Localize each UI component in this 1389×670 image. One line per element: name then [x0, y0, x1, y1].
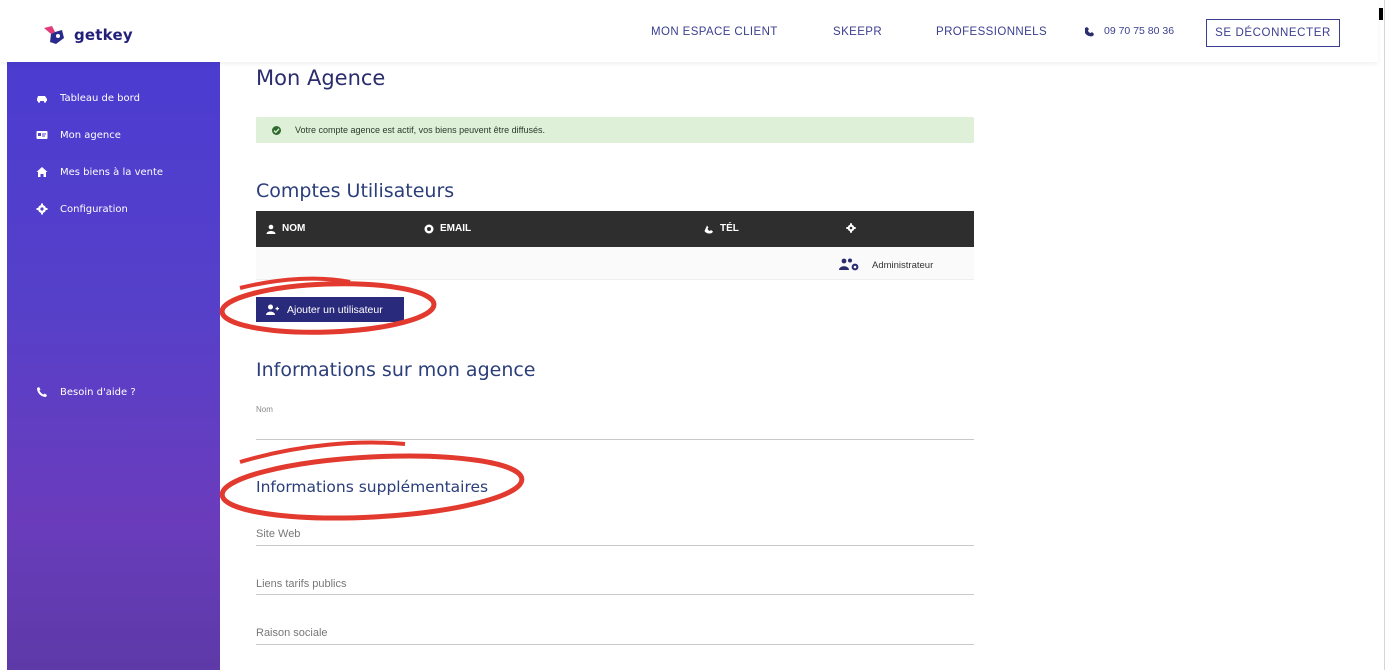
logout-button[interactable]: SE DÉCONNECTER: [1206, 19, 1340, 47]
top-navbar: getkey MON ESPACE CLIENT SKEEPR PROFESSI…: [0, 0, 1378, 62]
annotation-stroke-add-user: [239, 276, 351, 290]
sidebar-item-label: Configuration: [60, 203, 128, 215]
column-header-nom[interactable]: NOM: [266, 223, 305, 234]
sidebar-item-label: Mon agence: [60, 129, 121, 141]
raison-sociale-field[interactable]: [256, 644, 974, 645]
logo-text: getkey: [74, 26, 133, 44]
sidebar-item-tableau-de-bord[interactable]: Tableau de bord: [36, 92, 140, 104]
window-edge: [1384, 0, 1385, 670]
user-role: Administrateur: [838, 258, 933, 272]
sidebar-item-label: Mes biens à la vente: [60, 166, 164, 178]
status-alert: Votre compte agence est actif, vos biens…: [256, 117, 974, 143]
column-header-email[interactable]: EMAIL: [424, 223, 471, 234]
sidebar-item-mes-biens[interactable]: Mes biens à la vente: [36, 166, 163, 178]
column-label: NOM: [282, 223, 306, 234]
logo-icon: [42, 24, 68, 46]
users-cog-icon: [839, 258, 859, 271]
alert-text: Votre compte agence est actif, vos biens…: [295, 125, 545, 135]
phone-link[interactable]: 09 70 75 80 36: [1084, 25, 1174, 37]
users-section-title: Comptes Utilisateurs: [256, 180, 455, 202]
role-label: Administrateur: [872, 259, 934, 271]
user-plus-icon: [266, 304, 279, 315]
gear-icon: [36, 203, 48, 215]
phone-icon: [1085, 27, 1094, 37]
sidebar-item-label: Tableau de bord: [60, 92, 140, 104]
add-user-button[interactable]: Ajouter un utilisateur: [256, 297, 404, 322]
agency-info-title: Informations sur mon agence: [256, 359, 536, 381]
users-table-header: NOM EMAIL TÉL: [256, 211, 974, 247]
scrollbar-thumb[interactable]: [1379, 8, 1383, 20]
phone-icon: [37, 387, 47, 397]
sidebar: [7, 62, 220, 670]
sidebar-item-configuration[interactable]: Configuration: [36, 203, 128, 215]
phone-number: 09 70 75 80 36: [1104, 25, 1175, 37]
add-user-label: Ajouter un utilisateur: [287, 303, 383, 316]
column-label: EMAIL: [440, 223, 472, 234]
nav-mon-espace-client[interactable]: MON ESPACE CLIENT: [651, 26, 778, 38]
id-card-icon: [36, 131, 48, 139]
nom-field[interactable]: [256, 439, 974, 440]
home-icon: [36, 167, 48, 177]
page-title: Mon Agence: [256, 66, 386, 90]
nav-professionnels[interactable]: PROFESSIONNELS: [936, 26, 1047, 38]
at-icon: [424, 224, 434, 233]
nav-skeepr[interactable]: SKEEPR: [833, 26, 882, 38]
site-web-field[interactable]: [256, 545, 974, 546]
liens-tarifs-field[interactable]: [256, 594, 974, 595]
check-circle-icon: [272, 125, 281, 135]
extra-info-title: Informations supplémentaires: [256, 478, 489, 496]
liens-tarifs-placeholder: Liens tarifs publics: [256, 578, 347, 590]
column-label: TÉL: [720, 223, 739, 234]
gear-icon: [846, 223, 856, 233]
annotation-stroke-extra-info: [239, 440, 406, 464]
nom-field-label: Nom: [256, 405, 273, 414]
site-web-placeholder: Site Web: [256, 528, 301, 540]
user-icon: [266, 224, 276, 234]
column-header-settings[interactable]: [846, 223, 856, 233]
car-icon: [37, 96, 47, 103]
getkey-logo[interactable]: getkey: [42, 24, 133, 46]
sidebar-help-link[interactable]: Besoin d'aide ?: [36, 386, 136, 398]
phone-icon: [704, 225, 713, 233]
sidebar-item-mon-agence[interactable]: Mon agence: [36, 129, 121, 141]
column-header-tel[interactable]: TÉL: [704, 223, 739, 234]
raison-sociale-placeholder: Raison sociale: [256, 627, 328, 639]
help-label: Besoin d'aide ?: [60, 386, 136, 398]
